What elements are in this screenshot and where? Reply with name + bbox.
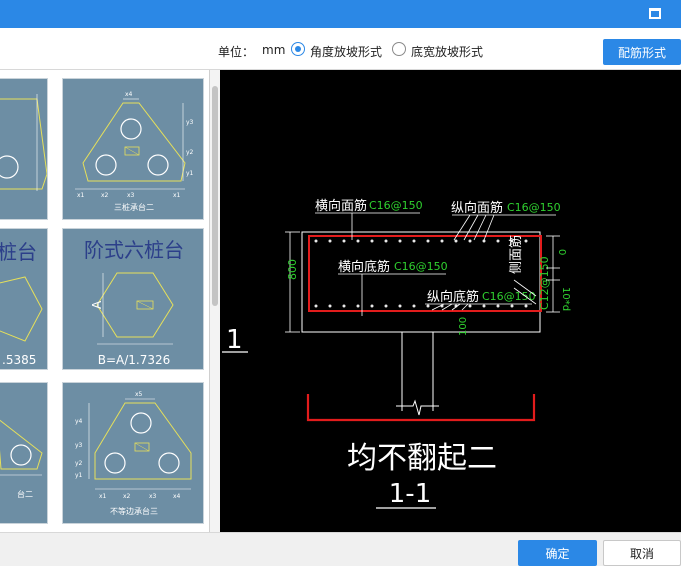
svg-text:y1: y1 — [75, 472, 83, 479]
bottom-cover-dimension: 100 — [458, 317, 469, 336]
thumbnail-caption: 三桩承台二 — [114, 202, 154, 212]
bottom-longitudinal-label: 纵向底筋 — [427, 289, 479, 305]
thumbnail-unequal-cap-3[interactable]: x5 y4 y3 y2 y1 x1 x2 x3 x4 不等边承台三 — [62, 382, 204, 524]
thumbnail-cap-5[interactable]: 台二 — [0, 382, 48, 524]
maximize-icon[interactable] — [649, 8, 661, 19]
thumbnail-scrollbar[interactable] — [210, 70, 220, 532]
thumbnail-title: 桩台 — [0, 240, 37, 264]
thumbnail-cap-3[interactable]: 桩台 .5385 — [0, 228, 48, 370]
svg-text:x3: x3 — [127, 192, 135, 199]
svg-text:A: A — [90, 300, 104, 309]
dialog-footer: 确定 取消 — [0, 532, 681, 566]
svg-text:y3: y3 — [75, 442, 83, 449]
svg-text:x4: x4 — [125, 91, 133, 98]
options-toolbar: 单位： mm 角度放坡形式 底宽放坡形式 配筋形式 — [0, 28, 681, 70]
svg-text:y2: y2 — [186, 149, 194, 156]
scrollbar-thumb[interactable] — [212, 86, 218, 306]
svg-text:x2: x2 — [101, 192, 109, 199]
radio-width-slope-label[interactable]: 底宽放坡形式 — [411, 43, 483, 60]
side-rebar-label: 侧面筋 — [508, 235, 524, 274]
top-transverse-label: 横向面筋 — [315, 198, 367, 214]
unit-value: mm — [262, 43, 286, 57]
svg-text:y4: y4 — [75, 418, 83, 425]
dialog-titlebar — [0, 0, 681, 28]
bottom-transverse-label: 横向底筋 — [338, 259, 390, 275]
section-title: 1-1 — [389, 479, 431, 509]
svg-text:y3: y3 — [186, 119, 194, 126]
top-longitudinal-spec: C16@150 — [507, 201, 561, 214]
unit-label: 单位： — [218, 45, 255, 59]
thumbnail-formula: B=A/1.7326 — [98, 353, 171, 367]
svg-text:y1: y1 — [186, 170, 194, 177]
thumbnail-stepped-six-pile-cap[interactable]: 阶式六桩台 A B=A/1.7326 — [62, 228, 204, 370]
bottom-transverse-spec: C16@150 — [394, 260, 448, 273]
side-rebar-spec: C12@150 — [538, 256, 551, 310]
svg-text:x5: x5 — [135, 391, 143, 398]
svg-text:x1: x1 — [173, 192, 181, 199]
cancel-button[interactable]: 取消 — [603, 540, 681, 566]
svg-text:y2: y2 — [75, 460, 83, 467]
thumbnail-three-pile-cap-2[interactable]: x4 y3 y2 y1 x1 x2 x3 x1 三桩承台二 — [62, 78, 204, 220]
rebar-form-button[interactable]: 配筋形式 — [603, 39, 681, 65]
radio-angle-slope[interactable] — [291, 42, 305, 56]
side-anchor-dimension: 10*d — [560, 287, 571, 311]
svg-text:x2: x2 — [123, 493, 131, 500]
thumbnail-formula: .5385 — [2, 353, 36, 367]
thumbnail-list: x4 y3 y2 y1 x1 x2 x3 x1 三桩承台二 桩台 .5385 阶… — [0, 70, 210, 532]
svg-text:x3: x3 — [149, 493, 157, 500]
section-note: 均不翻起二 — [347, 441, 497, 476]
ok-button[interactable]: 确定 — [518, 540, 597, 566]
svg-text:x1: x1 — [99, 493, 107, 500]
thumbnail-title: 阶式六桩台 — [84, 238, 184, 262]
height-dimension: 800 — [286, 259, 299, 280]
thumbnail-caption: 不等边承台三 — [110, 506, 158, 516]
top-longitudinal-label: 纵向面筋 — [451, 200, 503, 216]
cap-outline — [301, 231, 541, 333]
bottom-longitudinal-spec: C16@150 — [482, 290, 536, 303]
top-cover-dimension: 0 — [556, 249, 567, 255]
cad-preview-canvas: 1 800 横向面筋 C16@150 纵向面筋 C16@150 横向底筋 C16… — [220, 70, 681, 532]
radio-angle-slope-label[interactable]: 角度放坡形式 — [310, 43, 382, 60]
radio-width-slope[interactable] — [392, 42, 406, 56]
section-mark-label: 1 — [226, 325, 243, 355]
thumbnail-cap-1[interactable] — [0, 78, 48, 220]
top-transverse-spec: C16@150 — [369, 199, 423, 212]
svg-text:x1: x1 — [77, 192, 85, 199]
svg-text:x4: x4 — [173, 493, 181, 500]
thumbnail-caption: 台二 — [17, 489, 33, 499]
